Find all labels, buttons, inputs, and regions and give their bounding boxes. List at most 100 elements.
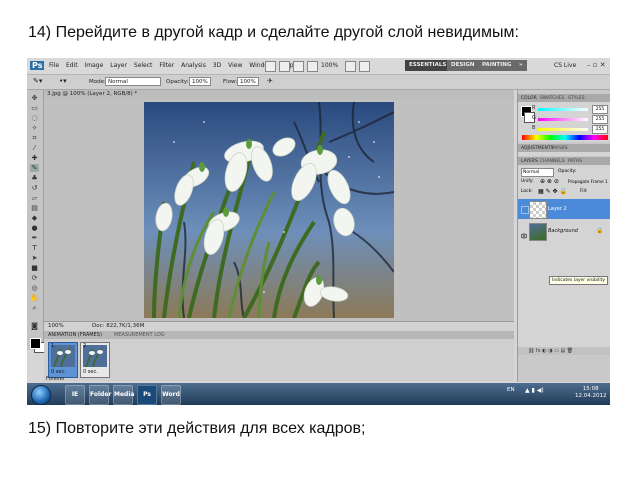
language-indicator[interactable]: EN <box>507 387 515 393</box>
mini-bridge-icon[interactable] <box>279 61 290 72</box>
menu-select[interactable]: Select <box>134 62 153 69</box>
color-spectrum[interactable] <box>522 135 608 140</box>
tab-swatches[interactable]: SWATCHES <box>540 96 565 101</box>
menu-file[interactable]: File <box>49 62 59 69</box>
blur-tool-icon[interactable]: ◆ <box>30 214 39 222</box>
quick-select-tool-icon[interactable]: ✧ <box>30 124 39 132</box>
blend-mode-select[interactable]: Normal <box>521 168 554 177</box>
zoom-tool-icon[interactable]: ⌕ <box>30 304 39 312</box>
frame-1-duration[interactable]: 0 sec. <box>51 369 66 375</box>
propagate-frame-checkbox[interactable]: Propagate Frame 1 <box>568 179 608 184</box>
animation-frame-1[interactable]: 1 0 sec. <box>48 342 78 378</box>
tab-channels[interactable]: CHANNELS <box>540 159 565 164</box>
tab-masks[interactable]: MASKS <box>552 146 568 151</box>
menu-view[interactable]: View <box>228 62 242 69</box>
layer-2-name[interactable]: Layer 2 <box>548 199 567 219</box>
tab-paths[interactable]: PATHS <box>568 159 582 164</box>
menu-edit[interactable]: Edit <box>66 62 78 69</box>
brush-tool-icon[interactable]: ✎ <box>30 164 39 172</box>
status-doc-size[interactable]: Doc: 822,7K/1,36M <box>92 322 144 331</box>
menu-3d[interactable]: 3D <box>213 62 221 69</box>
tab-animation-frames[interactable]: ANIMATION (FRAMES) <box>48 331 102 339</box>
menu-filter[interactable]: Filter <box>159 62 174 69</box>
fill-label: Fill: <box>580 189 588 194</box>
tab-measurement-log[interactable]: MEASUREMENT LOG <box>114 331 165 339</box>
zoom-level[interactable]: 100% <box>321 62 338 69</box>
move-tool-icon[interactable]: ✥ <box>30 94 39 102</box>
slider-b-value[interactable]: 255 <box>592 125 608 134</box>
screen-mode-icon[interactable] <box>359 61 370 72</box>
taskbar-word-icon[interactable]: Word <box>161 385 181 405</box>
brush-preset-icon[interactable]: ✎▾ <box>33 77 42 85</box>
pen-tool-icon[interactable]: ✒ <box>30 234 39 242</box>
dodge-tool-icon[interactable]: ● <box>30 224 39 232</box>
tab-adjustments[interactable]: ADJUSTMENTS <box>521 146 553 151</box>
lasso-tool-icon[interactable]: ◌ <box>30 114 39 122</box>
eye-icon[interactable] <box>520 228 528 239</box>
frame-2-number: 2 <box>83 343 87 349</box>
layers-panel-footer[interactable]: ⛓ fx ◐ ◑ ▭ ▤ 🗑 <box>518 347 610 355</box>
hand-tool-icon[interactable] <box>293 61 304 72</box>
arrange-documents-icon[interactable] <box>345 61 356 72</box>
slider-g[interactable] <box>538 118 588 121</box>
zoom-tool-icon[interactable] <box>307 61 318 72</box>
visibility-toggle-layer-2[interactable] <box>521 206 529 214</box>
hand-tool-icon[interactable]: ✋ <box>30 294 39 302</box>
animation-frame-2[interactable]: 2 0 sec. <box>80 342 110 378</box>
status-zoom[interactable]: 100% <box>48 322 64 331</box>
clone-stamp-tool-icon[interactable]: ♣ <box>30 174 39 182</box>
crop-tool-icon[interactable]: ⌗ <box>30 134 39 142</box>
lock-icons[interactable]: ▦ ✎ ✥ 🔒 <box>538 188 567 195</box>
foreground-color-swatch[interactable] <box>30 338 41 349</box>
shape-tool-icon[interactable]: ■ <box>30 264 39 272</box>
cs-live-button[interactable]: CS Live <box>554 62 576 69</box>
unify-icons[interactable]: ⊕ ⊗ ⊘ <box>540 178 559 185</box>
frame-2-duration[interactable]: 0 sec. <box>83 369 98 375</box>
mode-select[interactable]: Normal <box>105 77 161 86</box>
start-button[interactable] <box>31 385 51 405</box>
document-tab[interactable]: 3.jpg @ 100% (Layer 2, RGB/8) * <box>44 90 514 99</box>
taskbar-ie-icon[interactable]: IE <box>65 385 85 405</box>
tray-icons[interactable]: ▲ ▮ ◀) <box>525 387 544 394</box>
tab-color[interactable]: COLOR <box>521 96 537 101</box>
gradient-tool-icon[interactable]: ▤ <box>30 204 39 212</box>
canvas-area[interactable] <box>44 99 514 321</box>
eyedropper-tool-icon[interactable]: ⁄ <box>30 144 39 152</box>
menu-analysis[interactable]: Analysis <box>181 62 206 69</box>
path-selection-tool-icon[interactable]: ➤ <box>30 254 39 262</box>
taskbar-media-icon[interactable]: Media <box>113 385 134 405</box>
slider-r[interactable] <box>538 108 588 111</box>
workspace-painting[interactable]: PAINTING <box>478 60 516 71</box>
menu-layer[interactable]: Layer <box>110 62 127 69</box>
window-controls[interactable]: – ▫ ✕ <box>587 61 606 69</box>
taskbar-photoshop-icon[interactable]: Ps <box>137 385 157 405</box>
quick-mask-icon[interactable]: ◙ <box>30 322 39 330</box>
taskbar-folder-icon[interactable]: Folder <box>89 385 111 405</box>
3d-rotate-tool-icon[interactable]: ⟳ <box>30 274 39 282</box>
marquee-tool-icon[interactable]: ▭ <box>30 104 39 112</box>
background-layer-name[interactable]: Background <box>548 221 578 241</box>
loop-select[interactable]: Forever <box>46 376 65 382</box>
system-clock[interactable]: 15:08 12.04.2012 <box>575 386 607 400</box>
healing-brush-tool-icon[interactable]: ✚ <box>30 154 39 162</box>
brush-size-icon[interactable]: •▾ <box>59 77 67 85</box>
slider-g-value[interactable]: 255 <box>592 115 608 124</box>
workspace-essentials[interactable]: ESSENTIALS <box>405 60 451 71</box>
menu-image[interactable]: Image <box>85 62 104 69</box>
tab-styles[interactable]: STYLES <box>568 96 585 101</box>
slider-b[interactable] <box>538 128 588 131</box>
bridge-icon[interactable] <box>265 61 276 72</box>
workspace-design[interactable]: DESIGN <box>447 60 479 71</box>
layer-row-layer-2[interactable]: Layer 2 <box>518 199 610 219</box>
layer-row-background[interactable]: Background 🔒 <box>518 221 610 241</box>
history-brush-tool-icon[interactable]: ↺ <box>30 184 39 192</box>
type-tool-icon[interactable]: T <box>30 244 39 252</box>
eraser-tool-icon[interactable]: ▱ <box>30 194 39 202</box>
slider-r-value[interactable]: 255 <box>592 105 608 114</box>
3d-orbit-tool-icon[interactable]: ◎ <box>30 284 39 292</box>
airbrush-icon[interactable]: ✈ <box>267 77 273 85</box>
tab-layers[interactable]: LAYERS <box>521 159 538 164</box>
opacity-input[interactable]: 100% <box>189 77 211 86</box>
flow-input[interactable]: 100% <box>237 77 259 86</box>
workspace-more[interactable]: » <box>515 60 527 71</box>
